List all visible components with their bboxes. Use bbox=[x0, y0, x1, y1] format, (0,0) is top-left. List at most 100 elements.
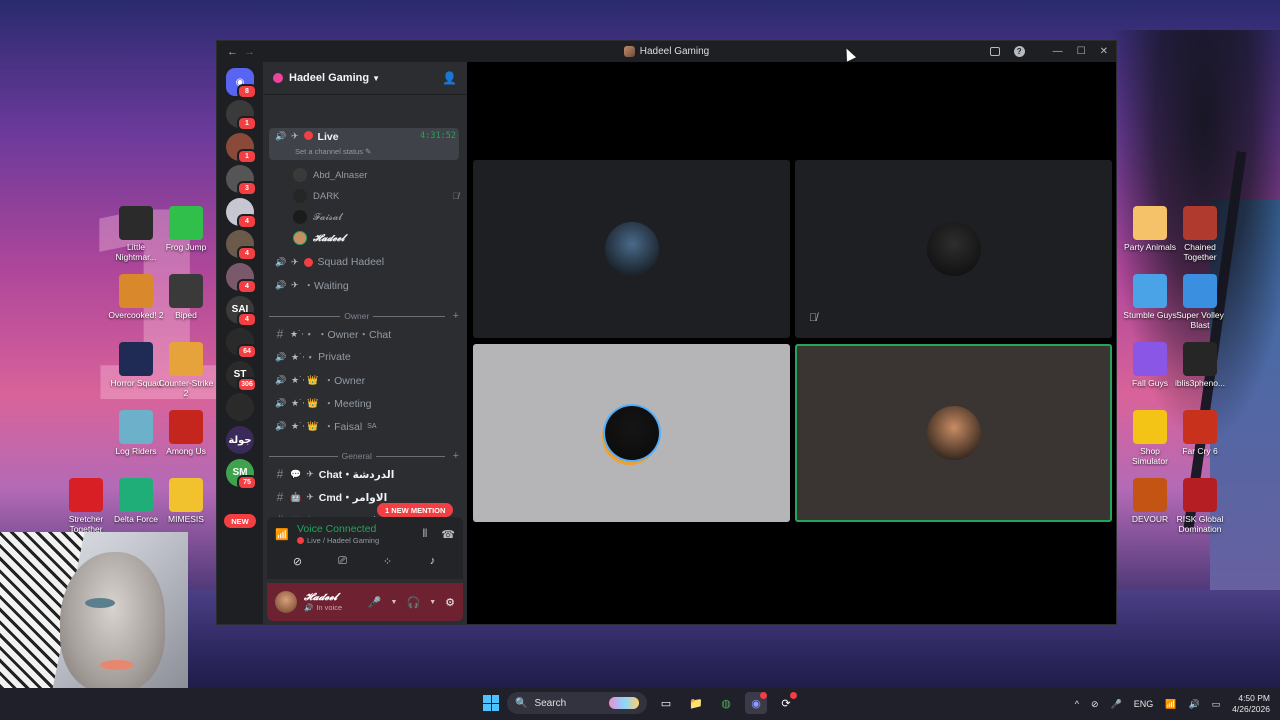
owner-channel[interactable]: 🔊 ★˙‧ 👑 ・Faisal SA bbox=[269, 416, 459, 436]
help-icon[interactable]: ? bbox=[1013, 46, 1025, 57]
voice-connected-label[interactable]: Voice Connected bbox=[297, 523, 379, 535]
server-button[interactable]: 4 bbox=[226, 263, 257, 294]
language-indicator[interactable]: ENG bbox=[1134, 699, 1154, 709]
desktop-shortcut[interactable]: Chained Together bbox=[1172, 206, 1228, 262]
participant-tile[interactable]: 🎙̸ bbox=[795, 160, 1112, 338]
taskbar-search[interactable]: 🔍 Search bbox=[507, 692, 647, 714]
desktop-shortcut[interactable]: Delta Force bbox=[108, 478, 164, 524]
owner-channel[interactable]: 🔊 ★˙‧ 👑 ・Meeting bbox=[269, 393, 459, 413]
server-button[interactable]: 64 bbox=[226, 328, 257, 360]
soundboard-icon[interactable]: ♪ bbox=[410, 551, 455, 571]
desktop-shortcut[interactable]: Fall Guys bbox=[1122, 342, 1178, 388]
participant-tile[interactable] bbox=[473, 344, 790, 522]
server-button[interactable] bbox=[226, 393, 254, 422]
participant-tile[interactable] bbox=[795, 344, 1112, 522]
start-button[interactable] bbox=[483, 695, 499, 711]
network-off-icon[interactable]: ⊘ bbox=[1091, 699, 1099, 710]
desktop-shortcut[interactable]: iblis3pheno... bbox=[1172, 342, 1228, 388]
chevron-down-icon[interactable]: ▼ bbox=[429, 599, 436, 606]
chevron-up-icon[interactable]: ^ bbox=[1075, 699, 1079, 709]
channel-live[interactable]: 🔊 ✈ Live 4:31:52 Set a channel status ✎ bbox=[269, 128, 459, 160]
general-channel[interactable]: # 💬 ✈ Chat・الدردشة bbox=[269, 464, 459, 484]
forward-arrow-icon[interactable]: → bbox=[244, 46, 255, 58]
desktop-shortcut[interactable]: Among Us bbox=[158, 410, 214, 456]
volume-icon[interactable]: 🔊 bbox=[1188, 699, 1199, 710]
file-explorer-icon[interactable]: 📁 bbox=[685, 692, 707, 714]
desktop-shortcut[interactable]: Far Cry 6 bbox=[1172, 410, 1228, 456]
disconnect-icon[interactable]: ☎ bbox=[441, 528, 455, 541]
back-arrow-icon[interactable]: ← bbox=[227, 46, 238, 58]
owner-channel[interactable]: # ★˙‧ ⋆ ・Owner・Chat bbox=[269, 324, 459, 344]
voice-user-self[interactable]: 𝓗𝓪𝓭𝓮𝓮𝓵 bbox=[293, 229, 459, 247]
new-mention-pill[interactable]: 1 NEW MENTION bbox=[377, 503, 454, 517]
desktop-shortcut[interactable]: Stretcher Together bbox=[58, 478, 114, 534]
voice-user[interactable]: Abd_Alnaser bbox=[293, 166, 459, 184]
desktop-shortcut[interactable]: Party Animals bbox=[1122, 206, 1178, 252]
inbox-icon[interactable] bbox=[989, 47, 1000, 56]
mic-icon[interactable]: 🎤 bbox=[1110, 699, 1121, 710]
new-unreads-pill[interactable]: NEW bbox=[224, 514, 256, 528]
desktop-shortcut[interactable]: Log Riders bbox=[108, 410, 164, 456]
desktop-shortcut[interactable]: Super Volley Blast bbox=[1172, 274, 1228, 330]
server-button[interactable]: 1 bbox=[226, 132, 257, 164]
server-button[interactable]: 4 bbox=[226, 197, 257, 229]
server-button[interactable]: 1 bbox=[226, 100, 257, 131]
desktop-shortcut[interactable]: Counter-Strike 2 bbox=[158, 342, 214, 398]
camera-off-icon[interactable]: ⊘ bbox=[275, 551, 320, 571]
person-add-icon[interactable]: 👤 bbox=[442, 71, 457, 85]
server-button[interactable]: ST 306 bbox=[226, 360, 257, 392]
server-button[interactable]: 4 bbox=[226, 230, 257, 262]
maximize-button[interactable]: ☐ bbox=[1077, 46, 1086, 57]
mic-icon[interactable]: 🎤 bbox=[368, 596, 382, 609]
add-channel-icon[interactable]: + bbox=[453, 450, 459, 462]
close-button[interactable]: ✕ bbox=[1100, 46, 1108, 57]
avatar[interactable] bbox=[275, 591, 297, 613]
channel-status-input[interactable]: Set a channel status ✎ bbox=[295, 147, 371, 156]
chrome-icon[interactable]: ◍ bbox=[715, 692, 737, 714]
owner-channel[interactable]: 🔊 ★˙‧ ⋆ Private bbox=[269, 347, 459, 367]
add-channel-icon[interactable]: + bbox=[453, 310, 459, 322]
server-button[interactable]: SAI 4 bbox=[226, 295, 257, 327]
activities-icon[interactable]: ⁘ bbox=[365, 551, 410, 571]
shortcut-label: Among Us bbox=[166, 446, 206, 456]
desktop-shortcut[interactable]: Horror Squad bbox=[108, 342, 164, 388]
desktop-shortcut[interactable]: RISK Global Domination bbox=[1172, 478, 1228, 534]
server-header[interactable]: Hadeel Gaming ▼ 👤 bbox=[263, 62, 467, 95]
server-button[interactable]: SM 75 bbox=[226, 458, 257, 490]
participant-avatar bbox=[926, 406, 981, 460]
home-button[interactable]: ◉ 8 bbox=[226, 68, 257, 99]
participant-tile[interactable] bbox=[473, 160, 790, 338]
clock[interactable]: 4:50 PM 4/26/2026 bbox=[1232, 693, 1270, 715]
headphones-icon[interactable]: 🎧 bbox=[406, 596, 420, 609]
voice-user[interactable]: 𝓕𝓪𝓲𝓼𝓪𝓵 bbox=[293, 208, 459, 226]
wifi-icon[interactable]: 📶 bbox=[1165, 699, 1176, 710]
desktop-shortcut[interactable]: Overcooked! 2 bbox=[108, 274, 164, 320]
battery-icon[interactable]: ▭ bbox=[1212, 699, 1221, 710]
desktop-shortcut[interactable]: DEVOUR bbox=[1122, 478, 1178, 524]
desktop-shortcut[interactable]: MIMESIS bbox=[158, 478, 214, 524]
desktop-shortcut[interactable]: Shop Simulator bbox=[1122, 410, 1178, 466]
channel-waiting[interactable]: 🔊 ✈ ・Waiting bbox=[269, 275, 459, 295]
gear-icon[interactable]: ⚙ bbox=[445, 596, 455, 609]
desktop-shortcut[interactable]: Frog Jump bbox=[158, 206, 214, 252]
desktop-shortcut[interactable]: Biped bbox=[158, 274, 214, 320]
minimize-button[interactable]: — bbox=[1053, 46, 1063, 57]
screen-share-icon[interactable]: ⎚ bbox=[320, 551, 365, 571]
discord-taskbar-icon[interactable]: ◉ bbox=[745, 692, 767, 714]
owner-channel[interactable]: 🔊 ★˙‧ 👑 ・Owner bbox=[269, 370, 459, 390]
voice-location[interactable]: Live / Hadeel Gaming bbox=[307, 536, 379, 545]
voice-user[interactable]: DARK 🎙̸ bbox=[293, 187, 459, 205]
category-general[interactable]: General + bbox=[269, 449, 459, 463]
app-icon[interactable]: ⟳ bbox=[775, 692, 797, 714]
signal-icon[interactable]: 📶 bbox=[275, 528, 289, 541]
desktop-shortcut[interactable]: Stumble Guys bbox=[1122, 274, 1178, 320]
task-view-icon[interactable]: ▭ bbox=[655, 692, 677, 714]
app-icon bbox=[1133, 342, 1167, 376]
server-button[interactable]: جولة bbox=[226, 426, 254, 454]
noise-suppression-icon[interactable]: ⦀ bbox=[422, 528, 427, 541]
category-owner[interactable]: Owner + bbox=[269, 309, 459, 323]
desktop-shortcut[interactable]: Little Nightmar... bbox=[108, 206, 164, 262]
channel-squad[interactable]: 🔊 ✈ Squad Hadeel bbox=[269, 252, 459, 272]
chevron-down-icon[interactable]: ▼ bbox=[391, 599, 398, 606]
server-button[interactable]: 3 bbox=[226, 165, 257, 197]
